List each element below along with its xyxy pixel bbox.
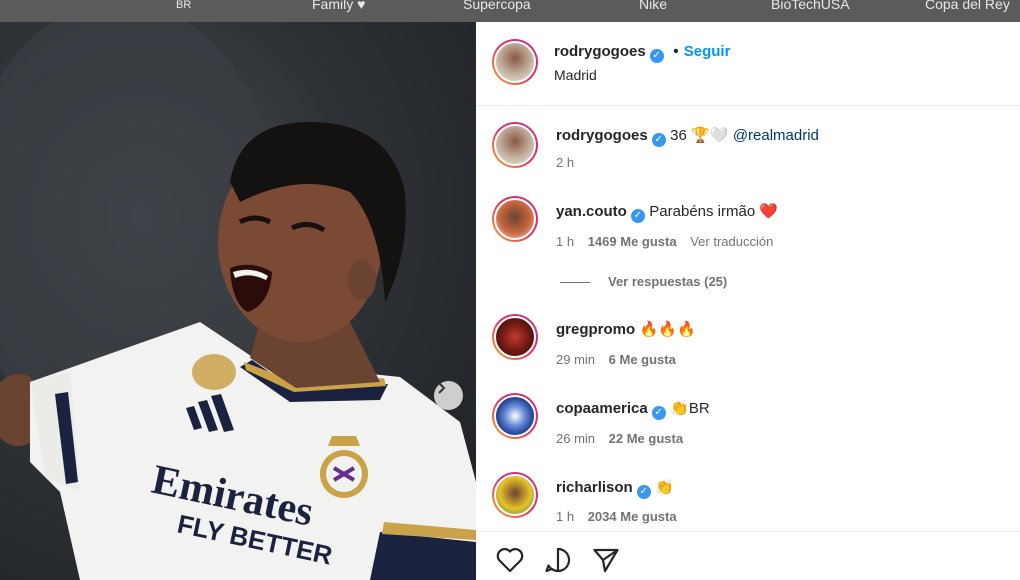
comment-username[interactable]: copaamerica <box>556 400 648 417</box>
caption-text: 36 🏆🤍 <box>670 127 729 144</box>
comment-time[interactable]: 26 min <box>556 431 595 446</box>
commenter-avatar[interactable] <box>492 196 538 242</box>
top-nav-item-family[interactable]: Family ♥ <box>312 0 365 12</box>
post-actions-bar <box>476 531 1020 580</box>
post-detail-panel: rodrygogoes ✓ • Seguir Madrid rodrygogoes ✓… <box>476 22 1020 580</box>
commenter-avatar[interactable] <box>492 314 538 360</box>
replies-divider <box>560 282 590 283</box>
comment-likes[interactable]: 22 Me gusta <box>609 431 683 446</box>
top-nav-item-nike[interactable]: Nike <box>639 0 667 12</box>
comment-username[interactable]: yan.couto <box>556 203 627 220</box>
verified-icon: ✓ <box>651 406 666 420</box>
comment-text: 🔥🔥🔥 <box>639 321 696 338</box>
player-illustration: Emirates FLY BETTER <box>0 22 476 580</box>
post-location[interactable]: Madrid <box>554 67 597 83</box>
comment-time[interactable]: 1 h <box>556 509 574 524</box>
author-avatar[interactable] <box>492 39 538 85</box>
top-nav-item-br[interactable]: BR <box>176 0 191 11</box>
comment-row: gregpromo 🔥🔥🔥 29 min 6 Me gusta <box>476 314 1020 374</box>
comment-row: richarlison ✓ 👏 1 h 2034 Me gusta <box>476 472 1020 532</box>
share-icon[interactable] <box>592 547 620 573</box>
commenter-avatar[interactable] <box>492 472 538 518</box>
top-nav-strip: BR Family ♥ Supercopa Nike BioTechUSA Co… <box>0 0 1020 22</box>
author-username[interactable]: rodrygogoes <box>554 43 646 60</box>
verified-icon: ✓ <box>651 133 666 147</box>
comment-likes[interactable]: 2034 Me gusta <box>588 509 677 524</box>
comment-likes[interactable]: 6 Me gusta <box>609 352 676 367</box>
next-photo-button[interactable] <box>434 381 463 410</box>
comment-likes[interactable]: 1469 Me gusta <box>588 234 677 249</box>
top-nav-item-biotechusa[interactable]: BioTechUSA <box>771 0 850 12</box>
caption-avatar[interactable] <box>492 122 538 168</box>
dot-separator: • <box>673 43 679 60</box>
comment-row: copaamerica ✓ 👏BR 26 min 22 Me gusta <box>476 393 1020 453</box>
comment-time[interactable]: 1 h <box>556 234 574 249</box>
comment-text: 👏BR <box>670 400 710 417</box>
translate-link[interactable]: Ver traducción <box>690 234 773 249</box>
verified-icon: ✓ <box>630 209 645 223</box>
top-nav-item-copa-del-rey[interactable]: Copa del Rey <box>925 0 1010 12</box>
caption-mention[interactable]: @realmadrid <box>733 127 819 144</box>
verified-icon: ✓ <box>636 485 651 499</box>
comment-text: 👏 <box>655 479 674 496</box>
header-title-line: rodrygogoes ✓ • Seguir <box>554 43 730 63</box>
comment-time[interactable]: 29 min <box>556 352 595 367</box>
top-nav-item-supercopa[interactable]: Supercopa <box>463 0 531 12</box>
comment-text: Parabéns irmão ❤️ <box>649 203 779 220</box>
comment-username[interactable]: gregpromo <box>556 321 635 338</box>
comment-row: yan.couto ✓ Parabéns irmão ❤️ 1 h 1469 Me… <box>476 196 1020 256</box>
post-header: rodrygogoes ✓ • Seguir Madrid <box>476 22 1020 106</box>
verified-icon: ✓ <box>649 49 664 63</box>
post-photo[interactable]: Emirates FLY BETTER <box>0 22 476 580</box>
view-replies-link[interactable]: Ver respuestas (25) <box>608 274 727 289</box>
commenter-avatar[interactable] <box>492 393 538 439</box>
view-replies-row[interactable]: Ver respuestas (25) <box>476 272 1020 292</box>
comment-icon[interactable] <box>544 547 572 573</box>
heart-icon[interactable] <box>496 547 524 573</box>
caption-username[interactable]: rodrygogoes <box>556 127 648 144</box>
chevron-right-icon <box>438 382 446 394</box>
caption-row: rodrygogoes ✓ 36 🏆🤍 @realmadrid 2 h <box>476 122 1020 182</box>
follow-button[interactable]: Seguir <box>684 43 731 60</box>
comment-username[interactable]: richarlison <box>556 479 633 496</box>
caption-time[interactable]: 2 h <box>556 155 574 170</box>
